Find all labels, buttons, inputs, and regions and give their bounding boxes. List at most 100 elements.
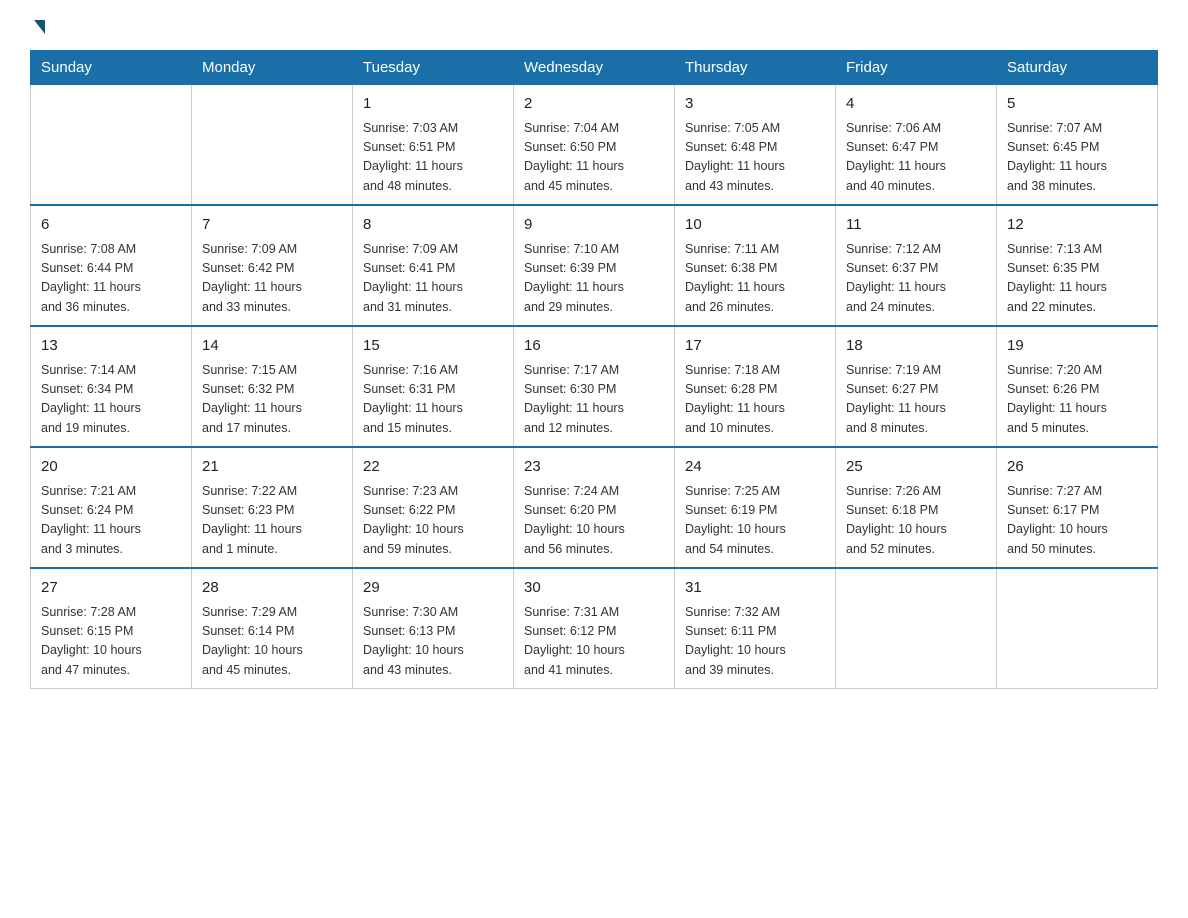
calendar-cell: 12Sunrise: 7:13 AMSunset: 6:35 PMDayligh… — [997, 205, 1158, 326]
day-info: Sunrise: 7:16 AMSunset: 6:31 PMDaylight:… — [363, 361, 503, 439]
day-info: Sunrise: 7:15 AMSunset: 6:32 PMDaylight:… — [202, 361, 342, 439]
day-number: 15 — [363, 335, 503, 358]
day-info: Sunrise: 7:32 AMSunset: 6:11 PMDaylight:… — [685, 603, 825, 681]
day-info: Sunrise: 7:04 AMSunset: 6:50 PMDaylight:… — [524, 119, 664, 197]
calendar-cell: 28Sunrise: 7:29 AMSunset: 6:14 PMDayligh… — [192, 568, 353, 689]
day-number: 6 — [41, 214, 181, 237]
calendar-cell: 4 Sunrise: 7:06 AMSunset: 6:47 PMDaylight… — [836, 85, 997, 206]
day-number: 29 — [363, 577, 503, 600]
day-number: 10 — [685, 214, 825, 237]
day-number: 22 — [363, 456, 503, 479]
day-info: Sunrise: 7:06 AMSunset: 6:47 PMDaylight:… — [846, 119, 986, 197]
day-info: Sunrise: 7:03 AMSunset: 6:51 PMDaylight:… — [363, 119, 503, 197]
day-number: 7 — [202, 214, 342, 237]
day-number: 4 — [846, 93, 986, 116]
week-row-2: 6 Sunrise: 7:08 AMSunset: 6:44 PMDaylight… — [31, 205, 1158, 326]
day-number: 25 — [846, 456, 986, 479]
calendar-cell: 26 Sunrise: 7:27 AMSunset: 6:17 PMDayligh… — [997, 447, 1158, 568]
day-number: 13 — [41, 335, 181, 358]
day-number: 20 — [41, 456, 181, 479]
day-info: Sunrise: 7:27 AMSunset: 6:17 PMDaylight:… — [1007, 482, 1147, 560]
calendar-cell: 16Sunrise: 7:17 AMSunset: 6:30 PMDayligh… — [514, 326, 675, 447]
day-info: Sunrise: 7:10 AMSunset: 6:39 PMDaylight:… — [524, 240, 664, 318]
calendar-cell: 13 Sunrise: 7:14 AMSunset: 6:34 PMDayligh… — [31, 326, 192, 447]
day-number: 19 — [1007, 335, 1147, 358]
day-number: 17 — [685, 335, 825, 358]
day-info: Sunrise: 7:09 AMSunset: 6:41 PMDaylight:… — [363, 240, 503, 318]
day-number: 27 — [41, 577, 181, 600]
header-day-thursday: Thursday — [675, 51, 836, 85]
calendar-cell: 27 Sunrise: 7:28 AMSunset: 6:15 PMDayligh… — [31, 568, 192, 689]
calendar-cell: 18Sunrise: 7:19 AMSunset: 6:27 PMDayligh… — [836, 326, 997, 447]
calendar-cell: 20 Sunrise: 7:21 AMSunset: 6:24 PMDayligh… — [31, 447, 192, 568]
calendar-cell — [192, 85, 353, 206]
calendar-cell: 7 Sunrise: 7:09 AMSunset: 6:42 PMDaylight… — [192, 205, 353, 326]
day-number: 30 — [524, 577, 664, 600]
day-info: Sunrise: 7:13 AMSunset: 6:35 PMDaylight:… — [1007, 240, 1147, 318]
day-info: Sunrise: 7:23 AMSunset: 6:22 PMDaylight:… — [363, 482, 503, 560]
day-number: 23 — [524, 456, 664, 479]
day-number: 21 — [202, 456, 342, 479]
calendar-cell: 11Sunrise: 7:12 AMSunset: 6:37 PMDayligh… — [836, 205, 997, 326]
day-info: Sunrise: 7:11 AMSunset: 6:38 PMDaylight:… — [685, 240, 825, 318]
calendar-cell: 6 Sunrise: 7:08 AMSunset: 6:44 PMDaylight… — [31, 205, 192, 326]
calendar-cell: 23 Sunrise: 7:24 AMSunset: 6:20 PMDayligh… — [514, 447, 675, 568]
week-row-5: 27 Sunrise: 7:28 AMSunset: 6:15 PMDayligh… — [31, 568, 1158, 689]
day-number: 31 — [685, 577, 825, 600]
calendar-cell: 8Sunrise: 7:09 AMSunset: 6:41 PMDaylight… — [353, 205, 514, 326]
calendar-table: SundayMondayTuesdayWednesdayThursdayFrid… — [30, 50, 1158, 689]
week-row-4: 20 Sunrise: 7:21 AMSunset: 6:24 PMDayligh… — [31, 447, 1158, 568]
day-number: 14 — [202, 335, 342, 358]
page-header — [30, 20, 1158, 32]
calendar-cell: 31 Sunrise: 7:32 AMSunset: 6:11 PMDayligh… — [675, 568, 836, 689]
calendar-cell: 19 Sunrise: 7:20 AMSunset: 6:26 PMDayligh… — [997, 326, 1158, 447]
day-info: Sunrise: 7:20 AMSunset: 6:26 PMDaylight:… — [1007, 361, 1147, 439]
day-number: 11 — [846, 214, 986, 237]
calendar-cell — [997, 568, 1158, 689]
day-number: 2 — [524, 93, 664, 116]
day-number: 5 — [1007, 93, 1147, 116]
header-row: SundayMondayTuesdayWednesdayThursdayFrid… — [31, 51, 1158, 85]
day-number: 9 — [524, 214, 664, 237]
day-info: Sunrise: 7:21 AMSunset: 6:24 PMDaylight:… — [41, 482, 181, 560]
week-row-1: 1Sunrise: 7:03 AMSunset: 6:51 PMDaylight… — [31, 85, 1158, 206]
calendar-cell — [31, 85, 192, 206]
day-info: Sunrise: 7:18 AMSunset: 6:28 PMDaylight:… — [685, 361, 825, 439]
calendar-cell: 5 Sunrise: 7:07 AMSunset: 6:45 PMDaylight… — [997, 85, 1158, 206]
day-info: Sunrise: 7:28 AMSunset: 6:15 PMDaylight:… — [41, 603, 181, 681]
header-day-tuesday: Tuesday — [353, 51, 514, 85]
header-day-monday: Monday — [192, 51, 353, 85]
calendar-cell: 25 Sunrise: 7:26 AMSunset: 6:18 PMDayligh… — [836, 447, 997, 568]
day-number: 3 — [685, 93, 825, 116]
calendar-cell: 24Sunrise: 7:25 AMSunset: 6:19 PMDayligh… — [675, 447, 836, 568]
day-info: Sunrise: 7:24 AMSunset: 6:20 PMDaylight:… — [524, 482, 664, 560]
logo-area — [30, 20, 45, 32]
logo — [30, 20, 45, 34]
day-info: Sunrise: 7:07 AMSunset: 6:45 PMDaylight:… — [1007, 119, 1147, 197]
header-day-wednesday: Wednesday — [514, 51, 675, 85]
day-number: 26 — [1007, 456, 1147, 479]
day-info: Sunrise: 7:09 AMSunset: 6:42 PMDaylight:… — [202, 240, 342, 318]
day-info: Sunrise: 7:31 AMSunset: 6:12 PMDaylight:… — [524, 603, 664, 681]
header-day-saturday: Saturday — [997, 51, 1158, 85]
day-info: Sunrise: 7:17 AMSunset: 6:30 PMDaylight:… — [524, 361, 664, 439]
day-info: Sunrise: 7:19 AMSunset: 6:27 PMDaylight:… — [846, 361, 986, 439]
header-day-friday: Friday — [836, 51, 997, 85]
day-info: Sunrise: 7:25 AMSunset: 6:19 PMDaylight:… — [685, 482, 825, 560]
week-row-3: 13 Sunrise: 7:14 AMSunset: 6:34 PMDayligh… — [31, 326, 1158, 447]
calendar-cell: 3Sunrise: 7:05 AMSunset: 6:48 PMDaylight… — [675, 85, 836, 206]
calendar-cell: 17 Sunrise: 7:18 AMSunset: 6:28 PMDayligh… — [675, 326, 836, 447]
calendar-cell: 9 Sunrise: 7:10 AMSunset: 6:39 PMDaylight… — [514, 205, 675, 326]
calendar-cell: 22 Sunrise: 7:23 AMSunset: 6:22 PMDayligh… — [353, 447, 514, 568]
calendar-cell: 30 Sunrise: 7:31 AMSunset: 6:12 PMDayligh… — [514, 568, 675, 689]
day-info: Sunrise: 7:08 AMSunset: 6:44 PMDaylight:… — [41, 240, 181, 318]
header-day-sunday: Sunday — [31, 51, 192, 85]
day-info: Sunrise: 7:14 AMSunset: 6:34 PMDaylight:… — [41, 361, 181, 439]
day-info: Sunrise: 7:30 AMSunset: 6:13 PMDaylight:… — [363, 603, 503, 681]
calendar-cell: 1Sunrise: 7:03 AMSunset: 6:51 PMDaylight… — [353, 85, 514, 206]
calendar-cell: 14 Sunrise: 7:15 AMSunset: 6:32 PMDayligh… — [192, 326, 353, 447]
day-info: Sunrise: 7:22 AMSunset: 6:23 PMDaylight:… — [202, 482, 342, 560]
day-info: Sunrise: 7:26 AMSunset: 6:18 PMDaylight:… — [846, 482, 986, 560]
day-number: 28 — [202, 577, 342, 600]
calendar-cell — [836, 568, 997, 689]
